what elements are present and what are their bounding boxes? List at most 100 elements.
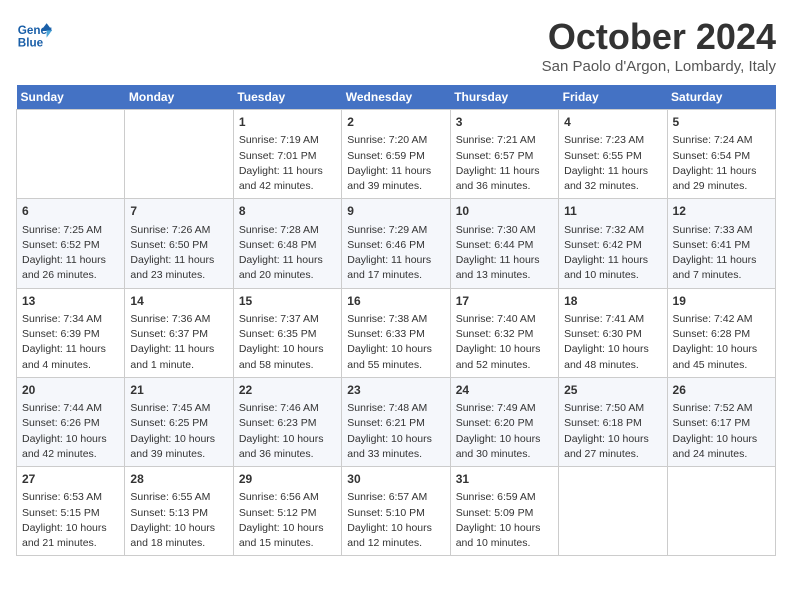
calendar-cell: 5Sunrise: 7:24 AMSunset: 6:54 PMDaylight… [667, 110, 775, 199]
cell-info: Sunrise: 7:37 AMSunset: 6:35 PMDaylight:… [239, 312, 336, 373]
calendar-cell: 26Sunrise: 7:52 AMSunset: 6:17 PMDayligh… [667, 377, 775, 466]
daylight-text: Daylight: 11 hours and 13 minutes. [456, 253, 553, 283]
sunset-text: Sunset: 5:15 PM [22, 506, 119, 521]
sunset-text: Sunset: 6:46 PM [347, 238, 444, 253]
calendar-cell: 3Sunrise: 7:21 AMSunset: 6:57 PMDaylight… [450, 110, 558, 199]
day-number: 14 [130, 293, 227, 310]
calendar-cell: 28 Sunrise: 6:55 AMSunset: 5:13 PMDayligh… [125, 467, 233, 556]
day-number: 25 [564, 382, 661, 399]
daylight-text: Daylight: 10 hours and 42 minutes. [22, 432, 119, 462]
daylight-text: Daylight: 11 hours and 20 minutes. [239, 253, 336, 283]
daylight-text: Daylight: 10 hours and 48 minutes. [564, 342, 661, 372]
cell-info: Sunrise: 7:23 AMSunset: 6:55 PMDaylight:… [564, 133, 661, 194]
sunset-text: Sunset: 6:18 PM [564, 416, 661, 431]
day-number: 22 [239, 382, 336, 399]
week-row-5: 27Sunrise: 6:53 AMSunset: 5:15 PMDayligh… [17, 467, 776, 556]
daylight-text: Daylight: 10 hours and 55 minutes. [347, 342, 444, 372]
sunset-text: Sunset: 6:59 PM [347, 149, 444, 164]
sunrise-text: Sunrise: 7:49 AM [456, 401, 553, 416]
sunrise-text: Sunrise: 7:45 AM [130, 401, 227, 416]
daylight-text: Daylight: 10 hours and 33 minutes. [347, 432, 444, 462]
sunrise-text: Sunrise: 7:41 AM [564, 312, 661, 327]
week-row-4: 20Sunrise: 7:44 AMSunset: 6:26 PMDayligh… [17, 377, 776, 466]
sunset-text: Sunset: 6:35 PM [239, 327, 336, 342]
calendar-cell [125, 110, 233, 199]
daylight-text: Daylight: 11 hours and 23 minutes. [130, 253, 227, 283]
weekday-header-row: SundayMondayTuesdayWednesdayThursdayFrid… [17, 85, 776, 110]
location: San Paolo d'Argon, Lombardy, Italy [542, 58, 776, 75]
cell-info: Sunrise: 7:52 AMSunset: 6:17 PMDaylight:… [673, 401, 770, 462]
cell-info: Sunrise: 7:28 AMSunset: 6:48 PMDaylight:… [239, 223, 336, 284]
sunrise-text: Sunrise: 7:19 AM [239, 133, 336, 148]
sunset-text: Sunset: 6:33 PM [347, 327, 444, 342]
cell-info: Sunrise: 7:50 AMSunset: 6:18 PMDaylight:… [564, 401, 661, 462]
sunset-text: Sunset: 6:44 PM [456, 238, 553, 253]
calendar-cell: 4 Sunrise: 7:23 AMSunset: 6:55 PMDaylight… [559, 110, 667, 199]
day-number: 7 [130, 203, 227, 220]
day-number: 5 [673, 114, 770, 131]
sunrise-text: Sunrise: 7:21 AM [456, 133, 553, 148]
day-number: 28 [130, 471, 227, 488]
sunrise-text: Sunrise: 7:38 AM [347, 312, 444, 327]
cell-info: Sunrise: 7:41 AMSunset: 6:30 PMDaylight:… [564, 312, 661, 373]
calendar-cell: 21Sunrise: 7:45 AMSunset: 6:25 PMDayligh… [125, 377, 233, 466]
sunset-text: Sunset: 6:48 PM [239, 238, 336, 253]
sunset-text: Sunset: 5:13 PM [130, 506, 227, 521]
cell-info: Sunrise: 6:57 AMSunset: 5:10 PMDaylight:… [347, 490, 444, 551]
sunrise-text: Sunrise: 7:48 AM [347, 401, 444, 416]
sunset-text: Sunset: 6:50 PM [130, 238, 227, 253]
cell-info: Sunrise: 7:38 AMSunset: 6:33 PMDaylight:… [347, 312, 444, 373]
week-row-3: 13Sunrise: 7:34 AMSunset: 6:39 PMDayligh… [17, 288, 776, 377]
title-block: October 2024 San Paolo d'Argon, Lombardy… [542, 16, 776, 75]
sunset-text: Sunset: 6:32 PM [456, 327, 553, 342]
day-number: 17 [456, 293, 553, 310]
cell-info: Sunrise: 7:40 AMSunset: 6:32 PMDaylight:… [456, 312, 553, 373]
day-number: 8 [239, 203, 336, 220]
cell-info: Sunrise: 7:48 AMSunset: 6:21 PMDaylight:… [347, 401, 444, 462]
cell-info: Sunrise: 7:21 AMSunset: 6:57 PMDaylight:… [456, 133, 553, 194]
sunrise-text: Sunrise: 6:56 AM [239, 490, 336, 505]
calendar-body: 1Sunrise: 7:19 AMSunset: 7:01 PMDaylight… [17, 110, 776, 556]
calendar-cell: 22Sunrise: 7:46 AMSunset: 6:23 PMDayligh… [233, 377, 341, 466]
day-number: 24 [456, 382, 553, 399]
sunrise-text: Sunrise: 7:29 AM [347, 223, 444, 238]
day-number: 4 [564, 114, 661, 131]
day-number: 20 [22, 382, 119, 399]
cell-info: Sunrise: 7:33 AMSunset: 6:41 PMDaylight:… [673, 223, 770, 284]
day-number: 27 [22, 471, 119, 488]
day-number: 16 [347, 293, 444, 310]
cell-info: Sunrise: 7:26 AMSunset: 6:50 PMDaylight:… [130, 223, 227, 284]
cell-info: Sunrise: 7:19 AMSunset: 7:01 PMDaylight:… [239, 133, 336, 194]
calendar-cell: 8 Sunrise: 7:28 AMSunset: 6:48 PMDaylight… [233, 199, 341, 288]
sunset-text: Sunset: 6:37 PM [130, 327, 227, 342]
day-number: 10 [456, 203, 553, 220]
logo-icon: General Blue [16, 16, 52, 52]
sunset-text: Sunset: 6:28 PM [673, 327, 770, 342]
day-number: 12 [673, 203, 770, 220]
daylight-text: Daylight: 10 hours and 58 minutes. [239, 342, 336, 372]
weekday-tuesday: Tuesday [233, 85, 341, 110]
daylight-text: Daylight: 11 hours and 36 minutes. [456, 164, 553, 194]
calendar-cell: 20Sunrise: 7:44 AMSunset: 6:26 PMDayligh… [17, 377, 125, 466]
calendar-cell: 9Sunrise: 7:29 AMSunset: 6:46 PMDaylight… [342, 199, 450, 288]
sunset-text: Sunset: 6:23 PM [239, 416, 336, 431]
calendar-cell: 16 Sunrise: 7:38 AMSunset: 6:33 PMDayligh… [342, 288, 450, 377]
sunrise-text: Sunrise: 6:57 AM [347, 490, 444, 505]
sunset-text: Sunset: 6:42 PM [564, 238, 661, 253]
calendar-cell: 15Sunrise: 7:37 AMSunset: 6:35 PMDayligh… [233, 288, 341, 377]
sunset-text: Sunset: 6:21 PM [347, 416, 444, 431]
weekday-sunday: Sunday [17, 85, 125, 110]
day-number: 23 [347, 382, 444, 399]
day-number: 11 [564, 203, 661, 220]
sunrise-text: Sunrise: 7:28 AM [239, 223, 336, 238]
calendar-cell: 12 Sunrise: 7:33 AMSunset: 6:41 PMDayligh… [667, 199, 775, 288]
daylight-text: Daylight: 11 hours and 26 minutes. [22, 253, 119, 283]
logo: General Blue [16, 16, 52, 52]
daylight-text: Daylight: 10 hours and 24 minutes. [673, 432, 770, 462]
week-row-2: 6Sunrise: 7:25 AMSunset: 6:52 PMDaylight… [17, 199, 776, 288]
sunset-text: Sunset: 5:10 PM [347, 506, 444, 521]
sunrise-text: Sunrise: 7:25 AM [22, 223, 119, 238]
daylight-text: Daylight: 10 hours and 10 minutes. [456, 521, 553, 551]
cell-info: Sunrise: 6:55 AMSunset: 5:13 PMDaylight:… [130, 490, 227, 551]
sunrise-text: Sunrise: 7:37 AM [239, 312, 336, 327]
